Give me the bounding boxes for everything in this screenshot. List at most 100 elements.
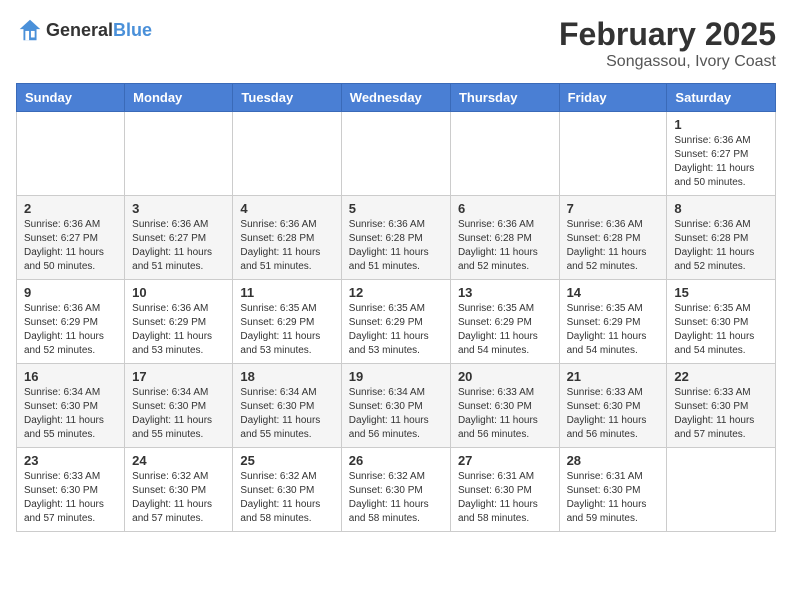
calendar-cell: 16 Sunrise: 6:34 AM Sunset: 6:30 PM Dayli… xyxy=(17,364,125,448)
weekday-header-cell: Monday xyxy=(125,84,233,112)
calendar-cell xyxy=(125,112,233,196)
day-info: Sunrise: 6:32 AM Sunset: 6:30 PM Dayligh… xyxy=(349,470,443,526)
day-number: 2 xyxy=(24,201,117,216)
logo-text-general: General xyxy=(46,20,113,40)
calendar-cell: 19 Sunrise: 6:34 AM Sunset: 6:30 PM Dayli… xyxy=(341,364,450,448)
day-number: 24 xyxy=(132,453,225,468)
day-info: Sunrise: 6:35 AM Sunset: 6:29 PM Dayligh… xyxy=(240,302,333,358)
calendar-cell: 12Sunrise: 6:35 AM Sunset: 6:29 PM Dayli… xyxy=(341,280,450,364)
calendar-cell: 7 Sunrise: 6:36 AM Sunset: 6:28 PM Daylig… xyxy=(559,196,667,280)
calendar-cell: 25 Sunrise: 6:32 AM Sunset: 6:30 PM Dayli… xyxy=(233,448,341,532)
weekday-header-cell: Thursday xyxy=(450,84,559,112)
day-number: 13 xyxy=(458,285,552,300)
day-number: 18 xyxy=(240,369,333,384)
day-info: Sunrise: 6:31 AM Sunset: 6:30 PM Dayligh… xyxy=(458,470,552,526)
day-info: Sunrise: 6:33 AM Sunset: 6:30 PM Dayligh… xyxy=(567,386,660,442)
weekday-header-cell: Sunday xyxy=(17,84,125,112)
day-info: Sunrise: 6:36 AM Sunset: 6:28 PM Dayligh… xyxy=(567,218,660,274)
day-number: 3 xyxy=(132,201,225,216)
day-info: Sunrise: 6:35 AM Sunset: 6:29 PM Dayligh… xyxy=(349,302,443,358)
day-info: Sunrise: 6:36 AM Sunset: 6:27 PM Dayligh… xyxy=(24,218,117,274)
day-info: Sunrise: 6:34 AM Sunset: 6:30 PM Dayligh… xyxy=(349,386,443,442)
day-number: 7 xyxy=(567,201,660,216)
day-info: Sunrise: 6:35 AM Sunset: 6:29 PM Dayligh… xyxy=(458,302,552,358)
day-info: Sunrise: 6:33 AM Sunset: 6:30 PM Dayligh… xyxy=(458,386,552,442)
day-number: 10 xyxy=(132,285,225,300)
day-number: 20 xyxy=(458,369,552,384)
calendar-body: 1 Sunrise: 6:36 AM Sunset: 6:27 PM Daylig… xyxy=(17,112,776,532)
calendar-cell: 28Sunrise: 6:31 AM Sunset: 6:30 PM Dayli… xyxy=(559,448,667,532)
month-title: February 2025 xyxy=(559,16,776,53)
calendar-cell: 3 Sunrise: 6:36 AM Sunset: 6:27 PM Daylig… xyxy=(125,196,233,280)
day-info: Sunrise: 6:36 AM Sunset: 6:27 PM Dayligh… xyxy=(132,218,225,274)
calendar-cell: 4 Sunrise: 6:36 AM Sunset: 6:28 PM Daylig… xyxy=(233,196,341,280)
weekday-header-cell: Tuesday xyxy=(233,84,341,112)
day-number: 5 xyxy=(349,201,443,216)
day-number: 16 xyxy=(24,369,117,384)
calendar-cell: 26Sunrise: 6:32 AM Sunset: 6:30 PM Dayli… xyxy=(341,448,450,532)
weekday-header-cell: Saturday xyxy=(667,84,776,112)
day-number: 23 xyxy=(24,453,117,468)
calendar-cell: 14 Sunrise: 6:35 AM Sunset: 6:29 PM Dayli… xyxy=(559,280,667,364)
day-info: Sunrise: 6:35 AM Sunset: 6:29 PM Dayligh… xyxy=(567,302,660,358)
day-number: 6 xyxy=(458,201,552,216)
weekday-header-cell: Friday xyxy=(559,84,667,112)
day-info: Sunrise: 6:32 AM Sunset: 6:30 PM Dayligh… xyxy=(240,470,333,526)
logo: GeneralBlue xyxy=(16,16,152,44)
day-info: Sunrise: 6:36 AM Sunset: 6:29 PM Dayligh… xyxy=(132,302,225,358)
day-number: 22 xyxy=(674,369,768,384)
day-number: 14 xyxy=(567,285,660,300)
calendar-cell xyxy=(667,448,776,532)
calendar-week-row: 2 Sunrise: 6:36 AM Sunset: 6:27 PM Daylig… xyxy=(17,196,776,280)
calendar-cell: 21 Sunrise: 6:33 AM Sunset: 6:30 PM Dayli… xyxy=(559,364,667,448)
day-info: Sunrise: 6:34 AM Sunset: 6:30 PM Dayligh… xyxy=(24,386,117,442)
calendar-cell: 11 Sunrise: 6:35 AM Sunset: 6:29 PM Dayli… xyxy=(233,280,341,364)
title-area: February 2025 Songassou, Ivory Coast xyxy=(559,16,776,71)
calendar-cell: 23 Sunrise: 6:33 AM Sunset: 6:30 PM Dayli… xyxy=(17,448,125,532)
calendar-cell xyxy=(559,112,667,196)
day-info: Sunrise: 6:36 AM Sunset: 6:28 PM Dayligh… xyxy=(458,218,552,274)
day-info: Sunrise: 6:32 AM Sunset: 6:30 PM Dayligh… xyxy=(132,470,225,526)
calendar-table: SundayMondayTuesdayWednesdayThursdayFrid… xyxy=(16,83,776,532)
calendar-cell xyxy=(17,112,125,196)
day-info: Sunrise: 6:36 AM Sunset: 6:28 PM Dayligh… xyxy=(674,218,768,274)
day-number: 1 xyxy=(674,117,768,132)
calendar-week-row: 23 Sunrise: 6:33 AM Sunset: 6:30 PM Dayli… xyxy=(17,448,776,532)
day-number: 8 xyxy=(674,201,768,216)
calendar-cell: 1 Sunrise: 6:36 AM Sunset: 6:27 PM Daylig… xyxy=(667,112,776,196)
day-number: 25 xyxy=(240,453,333,468)
calendar-cell: 9 Sunrise: 6:36 AM Sunset: 6:29 PM Daylig… xyxy=(17,280,125,364)
day-info: Sunrise: 6:35 AM Sunset: 6:30 PM Dayligh… xyxy=(674,302,768,358)
day-info: Sunrise: 6:34 AM Sunset: 6:30 PM Dayligh… xyxy=(240,386,333,442)
day-number: 17 xyxy=(132,369,225,384)
calendar-cell: 5 Sunrise: 6:36 AM Sunset: 6:28 PM Daylig… xyxy=(341,196,450,280)
calendar-cell: 8 Sunrise: 6:36 AM Sunset: 6:28 PM Daylig… xyxy=(667,196,776,280)
calendar-cell: 22Sunrise: 6:33 AM Sunset: 6:30 PM Dayli… xyxy=(667,364,776,448)
day-info: Sunrise: 6:36 AM Sunset: 6:28 PM Dayligh… xyxy=(349,218,443,274)
logo-icon xyxy=(16,16,44,44)
calendar-cell: 27Sunrise: 6:31 AM Sunset: 6:30 PM Dayli… xyxy=(450,448,559,532)
day-number: 9 xyxy=(24,285,117,300)
day-info: Sunrise: 6:36 AM Sunset: 6:28 PM Dayligh… xyxy=(240,218,333,274)
calendar-week-row: 16 Sunrise: 6:34 AM Sunset: 6:30 PM Dayli… xyxy=(17,364,776,448)
calendar-cell: 17 Sunrise: 6:34 AM Sunset: 6:30 PM Dayli… xyxy=(125,364,233,448)
weekday-header-cell: Wednesday xyxy=(341,84,450,112)
day-number: 19 xyxy=(349,369,443,384)
day-number: 11 xyxy=(240,285,333,300)
calendar-cell: 6 Sunrise: 6:36 AM Sunset: 6:28 PM Daylig… xyxy=(450,196,559,280)
calendar-cell: 2 Sunrise: 6:36 AM Sunset: 6:27 PM Daylig… xyxy=(17,196,125,280)
day-number: 21 xyxy=(567,369,660,384)
logo-text-blue: Blue xyxy=(113,20,152,40)
day-number: 28 xyxy=(567,453,660,468)
day-info: Sunrise: 6:36 AM Sunset: 6:27 PM Dayligh… xyxy=(674,134,768,190)
day-info: Sunrise: 6:36 AM Sunset: 6:29 PM Dayligh… xyxy=(24,302,117,358)
day-info: Sunrise: 6:33 AM Sunset: 6:30 PM Dayligh… xyxy=(24,470,117,526)
day-info: Sunrise: 6:34 AM Sunset: 6:30 PM Dayligh… xyxy=(132,386,225,442)
day-number: 4 xyxy=(240,201,333,216)
day-number: 15 xyxy=(674,285,768,300)
calendar-cell: 15 Sunrise: 6:35 AM Sunset: 6:30 PM Dayli… xyxy=(667,280,776,364)
calendar-cell xyxy=(233,112,341,196)
calendar-cell: 13 Sunrise: 6:35 AM Sunset: 6:29 PM Dayli… xyxy=(450,280,559,364)
location-subtitle: Songassou, Ivory Coast xyxy=(559,53,776,71)
calendar-cell: 18 Sunrise: 6:34 AM Sunset: 6:30 PM Dayli… xyxy=(233,364,341,448)
